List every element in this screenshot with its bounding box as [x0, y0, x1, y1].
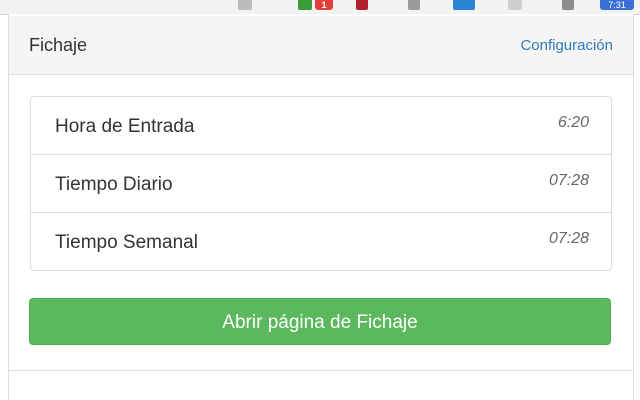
list-item: Tiempo Diario 07:28 — [31, 155, 611, 213]
time-list: Hora de Entrada 6:20 Tiempo Diario 07:28… — [30, 96, 612, 271]
extension-icon[interactable] — [508, 0, 522, 10]
entry-time-value: 6:20 — [557, 114, 589, 131]
popup-title: Fichaje — [29, 35, 88, 55]
notification-badge: 1 — [315, 0, 333, 10]
daily-time-label: Tiempo Diario — [55, 174, 173, 195]
daily-time-value: 07:28 — [548, 172, 589, 189]
settings-link[interactable]: Configuración — [520, 37, 613, 54]
extension-icon[interactable] — [453, 0, 475, 10]
extension-icon[interactable] — [408, 0, 420, 10]
calendar-icon[interactable]: 7:31 — [600, 0, 634, 10]
divider — [9, 370, 633, 371]
extension-icon[interactable] — [562, 0, 574, 10]
popup-panel: Fichaje Configuración Hora de Entrada 6:… — [8, 14, 634, 400]
weekly-time-value: 07:28 — [548, 230, 589, 247]
entry-time-label: Hora de Entrada — [55, 116, 195, 137]
list-item: Tiempo Semanal 07:28 — [31, 213, 611, 270]
popup-header: Fichaje Configuración — [9, 16, 633, 75]
list-item: Hora de Entrada 6:20 — [31, 97, 611, 155]
open-fichaje-button[interactable]: Abrir página de Fichaje — [29, 298, 611, 345]
browser-toolbar: 1 7:31 — [0, 0, 640, 15]
weekly-time-label: Tiempo Semanal — [55, 232, 198, 253]
extension-icon[interactable] — [356, 0, 368, 10]
extension-icon[interactable] — [298, 0, 312, 10]
extension-icon[interactable] — [238, 0, 252, 10]
